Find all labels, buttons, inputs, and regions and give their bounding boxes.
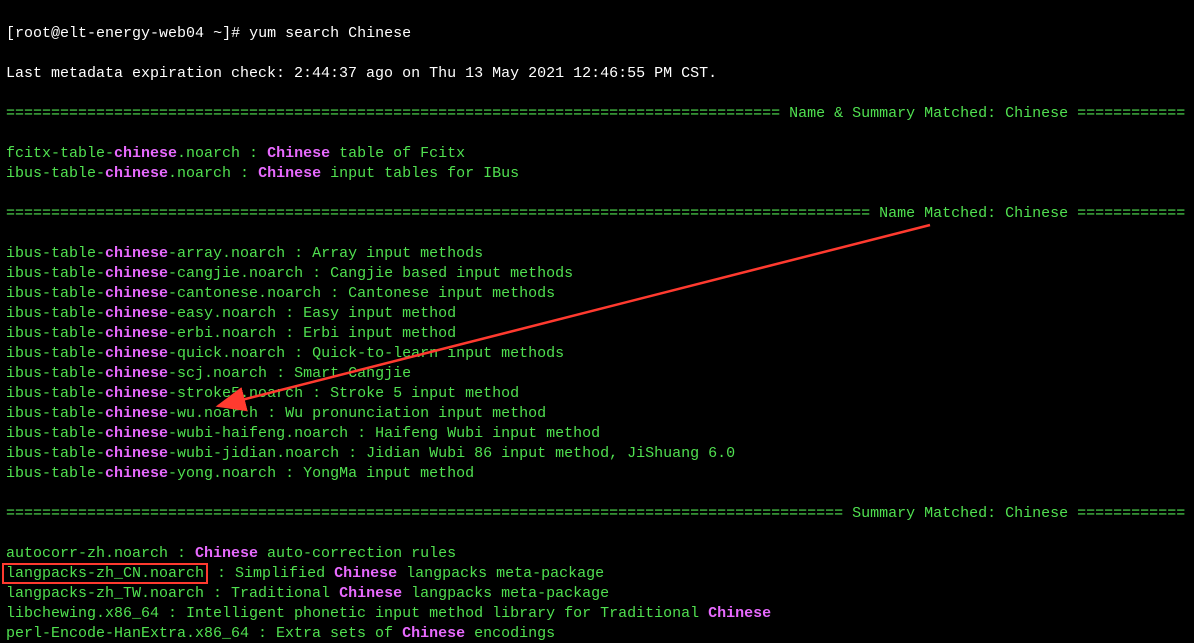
result-line: ibus-table-chinese-scj.noarch : Smart Ca… (6, 364, 1188, 384)
result-line: fcitx-table-chinese.noarch : Chinese tab… (6, 144, 1188, 164)
result-line: langpacks-zh_TW.noarch : Traditional Chi… (6, 584, 1188, 604)
result-line: ibus-table-chinese-quick.noarch : Quick-… (6, 344, 1188, 364)
result-line: ibus-table-chinese.noarch : Chinese inpu… (6, 164, 1188, 184)
cwd: ~ (213, 25, 222, 42)
result-line: ibus-table-chinese-easy.noarch : Easy in… (6, 304, 1188, 324)
result-line: ibus-table-chinese-yong.noarch : YongMa … (6, 464, 1188, 484)
result-line: ibus-table-chinese-cangjie.noarch : Cang… (6, 264, 1188, 284)
highlighted-package: langpacks-zh_CN.noarch (2, 563, 208, 584)
command: yum search Chinese (249, 25, 411, 42)
result-line: ibus-table-chinese-erbi.noarch : Erbi in… (6, 324, 1188, 344)
terminal-output[interactable]: [root@elt-energy-web04 ~]# yum search Ch… (0, 0, 1194, 643)
user-host: root@elt-energy-web04 (15, 25, 204, 42)
prompt-line: [root@elt-energy-web04 ~]# yum search Ch… (6, 24, 1188, 44)
section-name-summary: ========================================… (6, 104, 1188, 124)
result-line: ibus-table-chinese-cantonese.noarch : Ca… (6, 284, 1188, 304)
result-line: perl-Encode-HanExtra.x86_64 : Extra sets… (6, 624, 1188, 643)
prompt-hash: # (231, 25, 240, 42)
section-summary: ========================================… (6, 504, 1188, 524)
result-line: ibus-table-chinese-stroke5.noarch : Stro… (6, 384, 1188, 404)
result-line: ibus-table-chinese-array.noarch : Array … (6, 244, 1188, 264)
meta-line: Last metadata expiration check: 2:44:37 … (6, 64, 1188, 84)
result-line: ibus-table-chinese-wubi-haifeng.noarch :… (6, 424, 1188, 444)
result-line: ibus-table-chinese-wubi-jidian.noarch : … (6, 444, 1188, 464)
section-name: ========================================… (6, 204, 1188, 224)
result-line: libchewing.x86_64 : Intelligent phonetic… (6, 604, 1188, 624)
result-line: autocorr-zh.noarch : Chinese auto-correc… (6, 544, 1188, 564)
result-line: ibus-table-chinese-wu.noarch : Wu pronun… (6, 404, 1188, 424)
result-line: langpacks-zh_CN.noarch : Simplified Chin… (6, 564, 1188, 584)
